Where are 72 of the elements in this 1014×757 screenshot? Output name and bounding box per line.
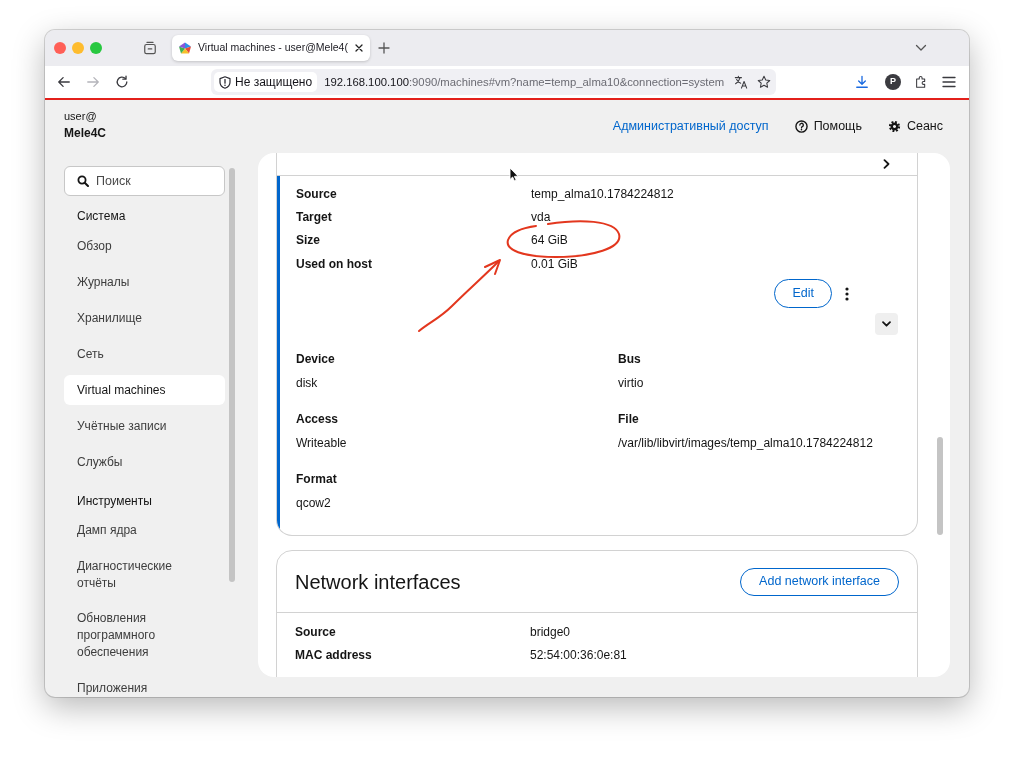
admin-access-link[interactable]: Административный доступ [612,117,769,136]
reload-icon[interactable] [115,75,129,89]
detail-label: Target [296,208,333,226]
nav-item[interactable]: Дамп ядра [64,515,225,546]
nav-item[interactable]: Учётные записи [64,411,225,441]
back-arrow-icon[interactable] [57,75,71,89]
detail-value: qcow2 [296,495,331,513]
detail-label: MAC address [295,646,373,664]
detail-value: 52:54:00:36:0e:81 [530,646,627,664]
url-text: 192.168.100.100:9090/machines#vm?name=temp_alma10&connection=system [324,74,725,90]
host-user: user@ [64,109,98,123]
extensions-icon[interactable] [914,75,928,89]
nav-item[interactable]: Журналы [64,267,225,297]
window-close-button[interactable] [54,42,66,54]
help-button[interactable]: Помощь [794,117,862,136]
nav-item[interactable]: Приложения [64,673,225,697]
plus-icon[interactable] [377,42,390,54]
detail-label: Device [296,351,335,369]
nav-item[interactable]: Хранилище [64,303,225,333]
search-icon [77,175,89,187]
search-field[interactable]: Поиск [64,166,225,196]
detail-value: disk [296,375,318,393]
address-bar[interactable]: Не защищено 192.168.100.100:9090/machines#vm?name=temp_alma10&connection=system [211,69,776,95]
detail-label: Access [296,411,339,429]
translate-icon[interactable] [734,75,748,89]
detail-value: /var/lib/libvirt/images/temp_alma10.1784224812 [618,435,873,453]
close-icon[interactable] [354,44,363,52]
profile-button[interactable]: P [885,74,901,90]
nav-item[interactable]: Сеть [64,339,225,369]
help-icon [794,120,808,133]
chevron-right-icon[interactable] [883,159,890,169]
settings-icon [887,120,901,133]
menu-icon[interactable] [942,76,956,88]
detail-label: Used on host [296,255,373,273]
mouse-pointer-icon [509,167,519,182]
detail-value: 0.01 GiB [531,255,578,273]
detail-label: Size [296,232,321,250]
add-network-interface-button[interactable]: Add network interface [740,567,899,596]
detail-label: File [618,411,639,429]
detail-value: bridge0 [530,623,571,641]
chevron-down-icon[interactable] [915,44,927,52]
session-button[interactable]: Сеанс [887,117,943,136]
tab-overview-icon[interactable] [143,41,157,55]
nav-item[interactable]: Обзор [64,231,225,261]
detail-label: Format [296,471,337,489]
detail-value: virtio [618,375,644,393]
download-icon[interactable] [855,75,869,89]
detail-value: Writeable [296,435,347,453]
security-indicator[interactable]: Не защищено [214,72,318,92]
shield-warning-icon [219,75,231,89]
detail-label: Bus [618,351,641,369]
nav-section-heading: Система [76,208,127,225]
scrollbar-thumb[interactable] [937,437,943,535]
nav-item[interactable]: Диагностические отчёты [64,551,225,598]
kebab-menu-icon[interactable] [845,286,849,301]
chevron-down-icon[interactable] [875,313,898,336]
nav-item[interactable]: Virtual machines [64,375,225,405]
detail-label: Source [295,623,337,641]
detail-label: Source [296,185,338,203]
detail-value: 64 GiB [531,232,568,250]
host-name: Mele4C [64,125,108,141]
section-title: Network interfaces [295,569,461,595]
nav-item[interactable]: Службы [64,447,225,477]
app-logo-icon [178,41,192,55]
browser-tab[interactable]: Virtual machines - user@Mele4( [172,35,370,61]
nav-section-heading: Инструменты [76,493,153,510]
bookmark-star-icon[interactable] [757,75,771,89]
nav-item[interactable]: Обновления программного обеспечения [64,603,225,668]
edit-button[interactable]: Edit [774,279,832,309]
detail-value: vda [531,208,551,226]
scrollbar-thumb[interactable] [229,168,235,582]
detail-value: temp_alma10.1784224812 [531,185,674,203]
